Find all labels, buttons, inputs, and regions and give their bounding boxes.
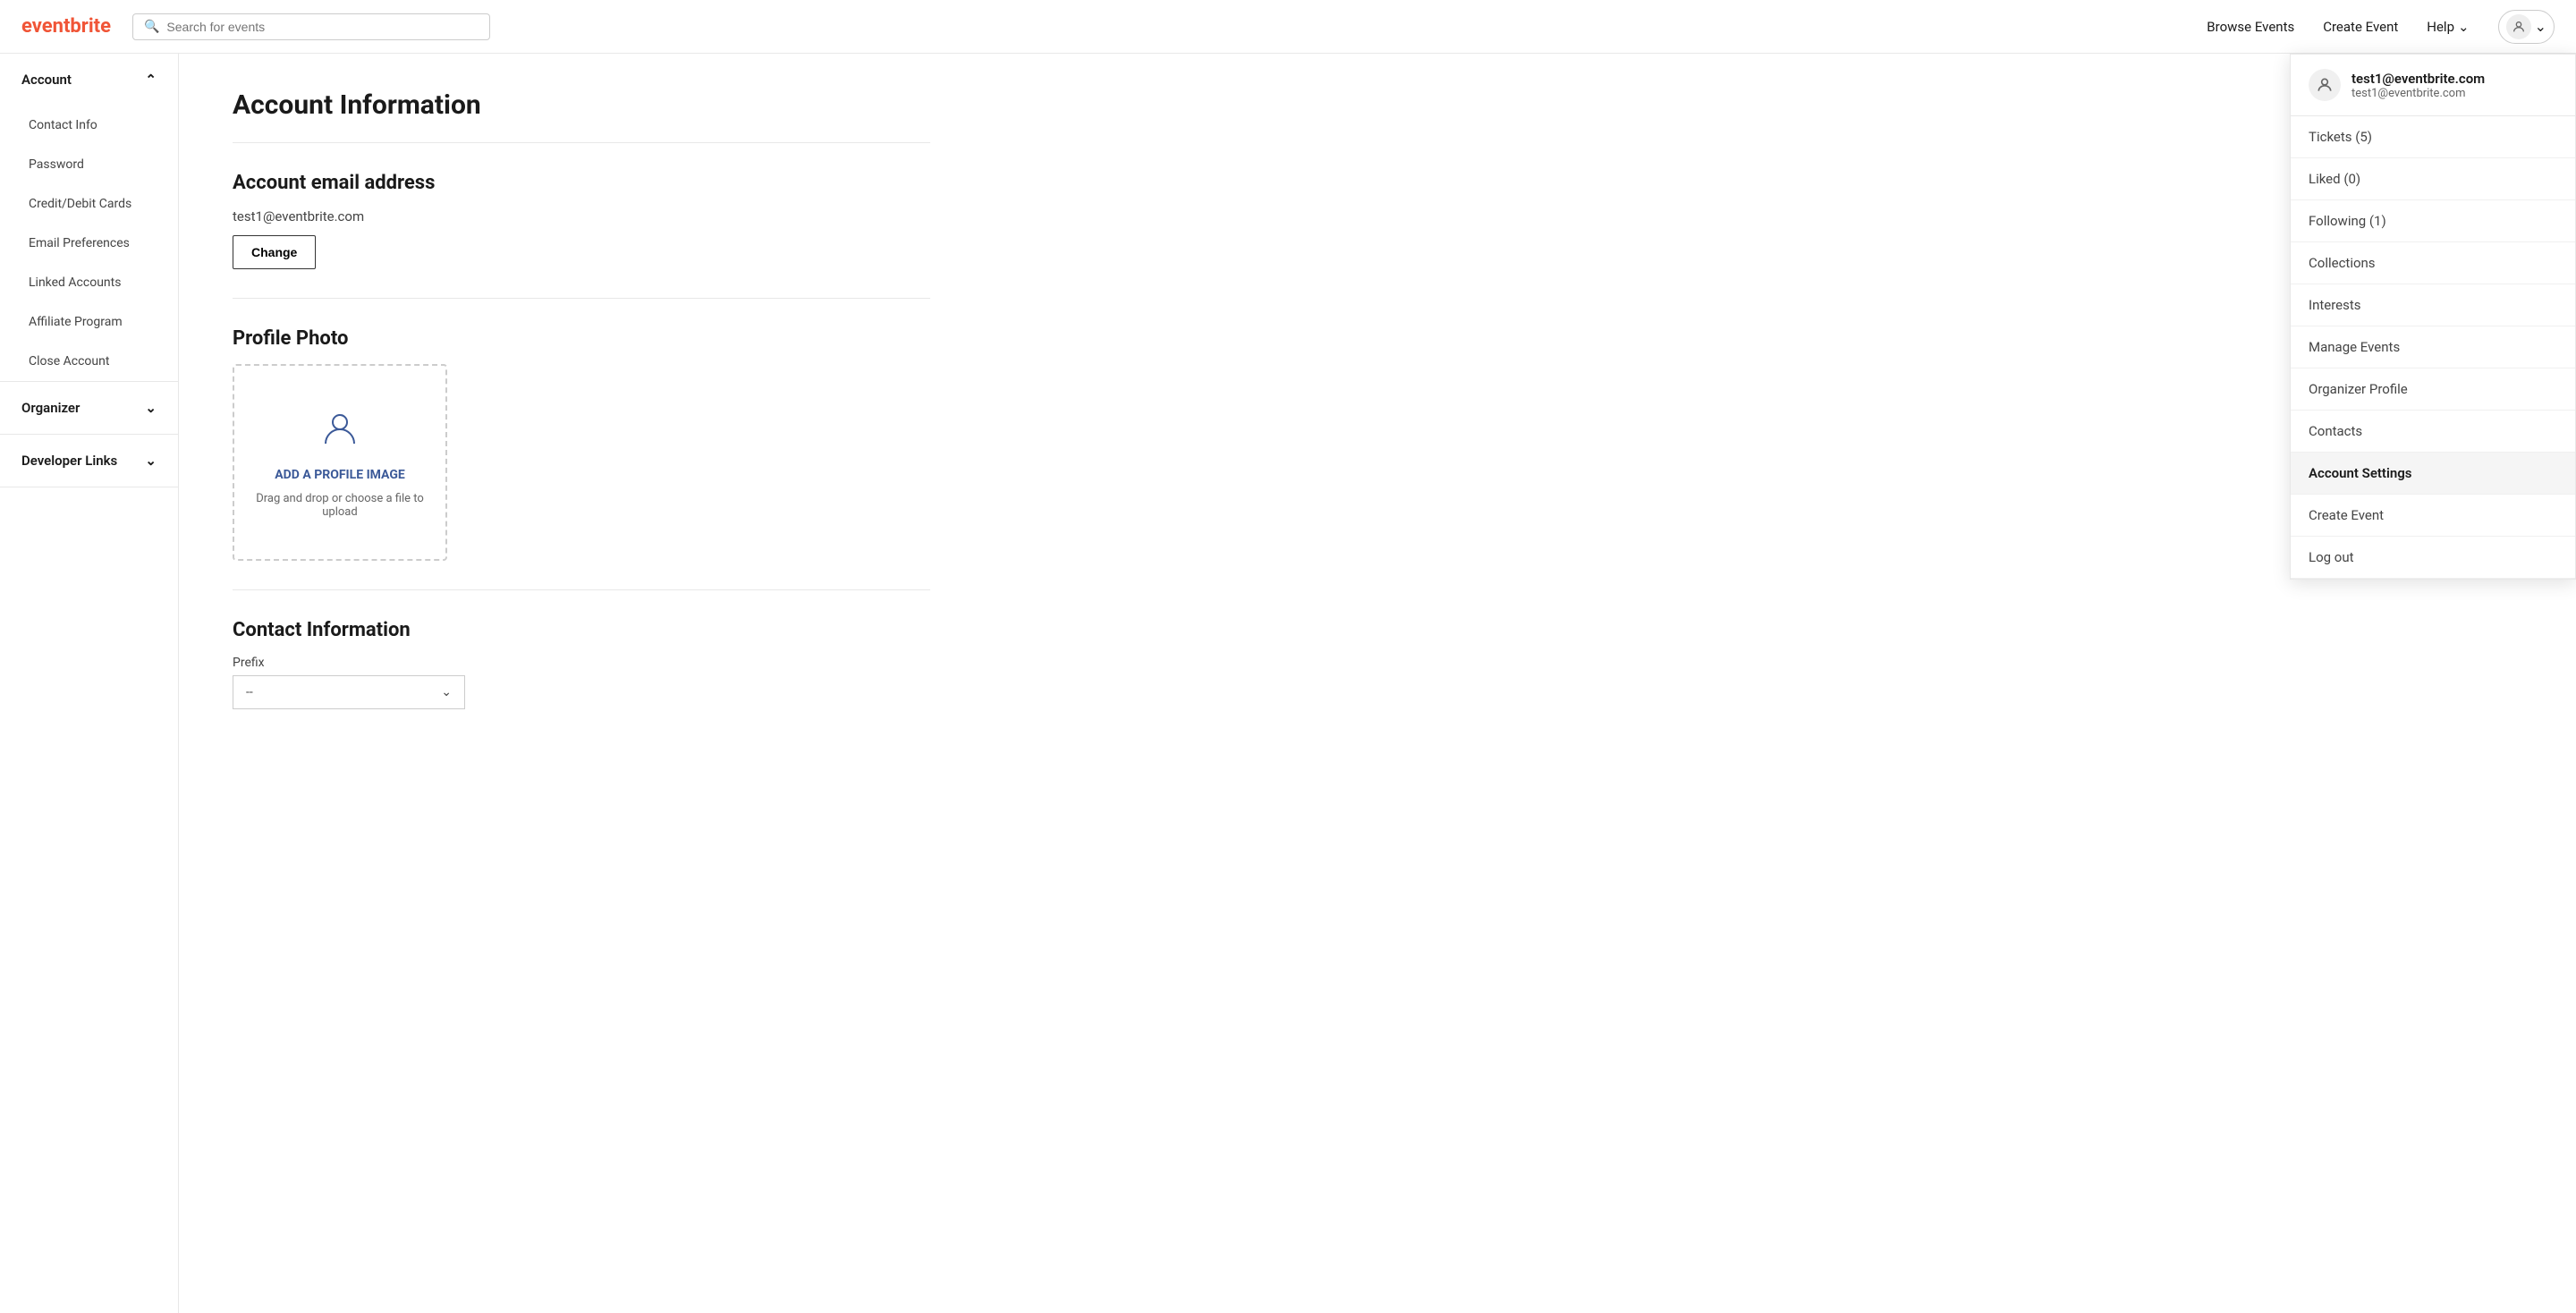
sidebar-section-developer-links: Developer Links ⌄ <box>0 435 178 487</box>
dropdown-item-tickets[interactable]: Tickets (5) <box>2291 116 2575 158</box>
dropdown-item-create-event[interactable]: Create Event <box>2291 495 2575 537</box>
search-icon: 🔍 <box>144 20 159 34</box>
prefix-select[interactable]: -- ⌄ <box>233 675 465 709</box>
header: eventbrite 🔍 Browse Events Create Event … <box>0 0 2576 54</box>
profile-placeholder-icon <box>318 406 361 453</box>
dropdown-user-header: test1@eventbrite.com test1@eventbrite.co… <box>2291 55 2575 116</box>
sidebar-developer-chevron-icon: ⌄ <box>145 453 157 469</box>
page-title: Account Information <box>233 89 930 143</box>
dropdown-item-organizer-profile[interactable]: Organizer Profile <box>2291 368 2575 411</box>
sidebar-item-close-account[interactable]: Close Account <box>0 342 178 381</box>
sidebar-item-linked-accounts[interactable]: Linked Accounts <box>0 263 178 302</box>
sidebar-section-account: Account ⌃ Contact Info Password Credit/D… <box>0 54 178 382</box>
prefix-label: Prefix <box>233 656 930 670</box>
main-content: Account Information Account email addres… <box>179 54 984 1313</box>
help-chevron-icon: ⌄ <box>2458 19 2470 35</box>
sidebar-organizer-chevron-icon: ⌄ <box>145 400 157 416</box>
contact-info-section: Contact Information Prefix -- ⌄ <box>233 619 930 709</box>
user-dropdown-menu: test1@eventbrite.com test1@eventbrite.co… <box>2290 54 2576 580</box>
profile-photo-title: Profile Photo <box>233 327 930 350</box>
user-chevron-icon: ⌄ <box>2535 18 2546 35</box>
sidebar-item-password[interactable]: Password <box>0 145 178 184</box>
sidebar-section-account-header[interactable]: Account ⌃ <box>0 54 178 106</box>
profile-photo-section: Profile Photo ADD A PROFILE IMAGE Drag a… <box>233 327 930 561</box>
user-menu-button[interactable]: ⌄ <box>2498 10 2555 44</box>
prefix-field: Prefix -- ⌄ <box>233 656 930 709</box>
contact-info-title: Contact Information <box>233 619 930 641</box>
logo-event: eventbrite <box>21 15 111 38</box>
sidebar-item-credit-debit-cards[interactable]: Credit/Debit Cards <box>0 184 178 224</box>
search-bar[interactable]: 🔍 <box>132 13 490 40</box>
upload-hint: Drag and drop or choose a file to upload <box>252 492 428 519</box>
dropdown-user-info: test1@eventbrite.com test1@eventbrite.co… <box>2351 71 2485 100</box>
sidebar-section-organizer-header[interactable]: Organizer ⌄ <box>0 382 178 434</box>
dropdown-item-contacts[interactable]: Contacts <box>2291 411 2575 453</box>
divider-1 <box>233 298 930 299</box>
dropdown-user-avatar-icon <box>2309 69 2341 101</box>
browse-events-link[interactable]: Browse Events <box>2207 19 2294 35</box>
prefix-chevron-icon: ⌄ <box>441 685 452 699</box>
sidebar-item-email-preferences[interactable]: Email Preferences <box>0 224 178 263</box>
email-address-value: test1@eventbrite.com <box>233 208 930 224</box>
dropdown-email-sub: test1@eventbrite.com <box>2351 87 2485 100</box>
dropdown-item-following[interactable]: Following (1) <box>2291 200 2575 242</box>
dropdown-item-logout[interactable]: Log out <box>2291 537 2575 579</box>
page-layout: Account ⌃ Contact Info Password Credit/D… <box>0 54 2576 1313</box>
sidebar-section-developer-links-header[interactable]: Developer Links ⌄ <box>0 435 178 487</box>
help-link[interactable]: Help ⌄ <box>2427 19 2469 35</box>
sidebar-item-contact-info[interactable]: Contact Info <box>0 106 178 145</box>
email-section: Account email address test1@eventbrite.c… <box>233 172 930 269</box>
sidebar-section-organizer: Organizer ⌄ <box>0 382 178 435</box>
sidebar-item-affiliate-program[interactable]: Affiliate Program <box>0 302 178 342</box>
dropdown-item-account-settings[interactable]: Account Settings <box>2291 453 2575 495</box>
dropdown-item-manage-events[interactable]: Manage Events <box>2291 326 2575 368</box>
search-input[interactable] <box>166 20 479 34</box>
header-nav: Browse Events Create Event Help ⌄ ⌄ <box>2207 10 2555 44</box>
create-event-link[interactable]: Create Event <box>2323 19 2398 35</box>
email-section-title: Account email address <box>233 172 930 194</box>
logo[interactable]: eventbrite <box>21 15 111 38</box>
prefix-value: -- <box>246 685 253 699</box>
photo-upload-box[interactable]: ADD A PROFILE IMAGE Drag and drop or cho… <box>233 364 447 561</box>
dropdown-item-liked[interactable]: Liked (0) <box>2291 158 2575 200</box>
upload-label: ADD A PROFILE IMAGE <box>275 467 405 485</box>
dropdown-email-main: test1@eventbrite.com <box>2351 71 2485 87</box>
user-avatar-icon <box>2506 14 2531 39</box>
sidebar-account-chevron-icon: ⌃ <box>145 72 157 88</box>
divider-2 <box>233 589 930 590</box>
dropdown-item-collections[interactable]: Collections <box>2291 242 2575 284</box>
sidebar: Account ⌃ Contact Info Password Credit/D… <box>0 54 179 1313</box>
change-email-button[interactable]: Change <box>233 235 316 269</box>
dropdown-item-interests[interactable]: Interests <box>2291 284 2575 326</box>
